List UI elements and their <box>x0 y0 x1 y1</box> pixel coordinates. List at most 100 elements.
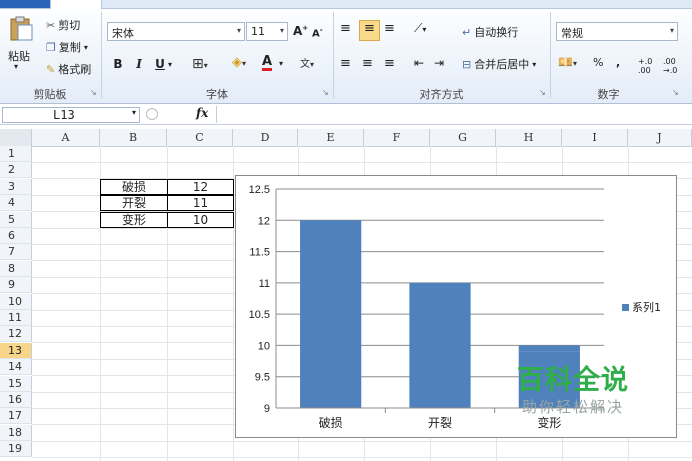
number-launcher-icon[interactable]: ↘ <box>672 88 679 97</box>
align-bottom-icon[interactable]: ≡ <box>384 21 395 36</box>
bar-below-10 <box>518 345 580 352</box>
row-header-10[interactable]: 10 <box>0 294 32 310</box>
column-header-H[interactable]: H <box>496 129 562 146</box>
font-color-dropdown-icon[interactable]: ▾ <box>279 59 283 68</box>
row-header-18[interactable]: 18 <box>0 425 32 441</box>
clipboard-launcher-icon[interactable]: ↘ <box>90 88 97 97</box>
y-tick-label: 12 <box>258 215 270 227</box>
y-tick-label: 9.5 <box>255 372 270 384</box>
font-launcher-icon[interactable]: ↘ <box>322 88 329 97</box>
row-header-2[interactable]: 2 <box>0 162 32 178</box>
insert-function-button[interactable]: fx <box>196 106 208 120</box>
paste-icon[interactable] <box>8 16 34 42</box>
wrap-text-button[interactable]: ↵ 自动换行 <box>462 24 518 40</box>
paste-button[interactable]: 粘贴 <box>8 48 30 64</box>
formula-input[interactable] <box>216 106 692 123</box>
row-header-5[interactable]: 5 <box>0 212 32 228</box>
alignment-group-label: 对齐方式 <box>419 88 464 101</box>
bold-button[interactable]: B <box>110 57 126 71</box>
column-header-A[interactable]: A <box>32 129 100 146</box>
paste-dropdown-icon[interactable]: ▾ <box>14 62 18 71</box>
select-all-corner[interactable] <box>0 129 32 146</box>
increase-indent-icon[interactable]: ⇥ <box>434 56 444 70</box>
watermark-subtitle: 助你轻松解决 <box>522 398 625 416</box>
increase-decimal-icon[interactable]: +.0.00 <box>638 57 652 75</box>
gridline <box>32 162 692 163</box>
row-header-1[interactable]: 1 <box>0 146 32 162</box>
brush-icon: ✎ <box>46 62 56 76</box>
number-group-label: 数字 <box>597 88 620 101</box>
font-group-label: 字体 <box>206 88 228 101</box>
column-header-D[interactable]: D <box>233 129 298 146</box>
currency-icon[interactable]: 💴▾ <box>558 55 577 69</box>
y-tick-label: 11.5 <box>249 247 270 259</box>
format-painter-button[interactable]: ✎ 格式刷 <box>46 61 91 77</box>
column-header-C[interactable]: C <box>167 129 233 146</box>
shrink-font-icon[interactable]: A- <box>312 26 323 39</box>
font-size-select[interactable]: 11 ▾ <box>246 22 288 41</box>
cut-button[interactable]: ✂ 剪切 <box>46 17 80 33</box>
bar <box>300 220 362 408</box>
row-header-9[interactable]: 9 <box>0 277 32 293</box>
column-header-B[interactable]: B <box>100 129 167 146</box>
merge-center-button[interactable]: ⊟ 合并后居中 ▾ <box>462 56 536 72</box>
row-header-13[interactable]: 13 <box>0 343 32 359</box>
decrease-decimal-icon[interactable]: .00 →.0 <box>663 57 677 75</box>
fill-color-icon[interactable]: ◈▾ <box>232 55 246 70</box>
row-header-4[interactable]: 4 <box>0 195 32 211</box>
borders-icon[interactable]: ⊞▾ <box>192 56 208 72</box>
formula-bar-handle-icon <box>146 108 158 120</box>
row-header-6[interactable]: 6 <box>0 228 32 244</box>
x-tick-label: 变形 <box>537 415 561 430</box>
name-box[interactable]: L13 <box>2 107 140 123</box>
table-cell-label[interactable]: 开裂 <box>100 195 168 211</box>
row-header-19[interactable]: 19 <box>0 441 32 457</box>
percent-button[interactable]: % <box>593 56 603 69</box>
row-header-14[interactable]: 14 <box>0 359 32 375</box>
tab-file[interactable] <box>0 0 50 8</box>
row-header-16[interactable]: 16 <box>0 392 32 408</box>
table-cell-label[interactable]: 变形 <box>100 212 168 228</box>
watermark-logo: 百科全说 助你轻松解决 <box>517 366 629 417</box>
row-header-17[interactable]: 17 <box>0 408 32 424</box>
comma-button[interactable]: , <box>616 56 620 69</box>
table-cell-value[interactable]: 10 <box>167 212 234 228</box>
align-right-icon[interactable]: ≡ <box>384 56 395 71</box>
italic-button[interactable]: I <box>131 57 147 71</box>
row-header-11[interactable]: 11 <box>0 310 32 326</box>
underline-button[interactable]: U <box>152 57 168 71</box>
tab-home[interactable] <box>50 0 102 9</box>
align-left-icon[interactable]: ≡ <box>340 56 351 71</box>
table-cell-value[interactable]: 12 <box>167 179 234 195</box>
font-name-select[interactable]: 宋体 ▾ <box>107 22 245 41</box>
column-header-E[interactable]: E <box>298 129 364 146</box>
table-cell-label[interactable]: 破损 <box>100 179 168 195</box>
row-header-8[interactable]: 8 <box>0 261 32 277</box>
x-tick-label: 开裂 <box>428 416 452 430</box>
row-header-3[interactable]: 3 <box>0 179 32 195</box>
column-header-J[interactable]: J <box>628 129 692 146</box>
orientation-icon[interactable]: ⟋▾ <box>414 21 426 36</box>
watermark-title: 百科全说 <box>517 365 629 396</box>
table-cell-value[interactable]: 11 <box>167 195 234 211</box>
row-header-12[interactable]: 12 <box>0 326 32 342</box>
underline-dropdown-icon[interactable]: ▾ <box>168 60 172 69</box>
align-top-icon[interactable]: ≡ <box>340 21 351 36</box>
font-color-icon[interactable]: A <box>262 55 273 71</box>
name-box-dropdown-icon[interactable]: ▾ <box>132 108 136 117</box>
decrease-indent-icon[interactable]: ⇤ <box>414 56 424 70</box>
merge-icon: ⊟ <box>462 57 472 71</box>
align-center-icon[interactable]: ≡ <box>362 56 373 71</box>
row-header-7[interactable]: 7 <box>0 244 32 260</box>
phonetic-icon[interactable]: 文▾ <box>300 55 314 70</box>
alignment-launcher-icon[interactable]: ↘ <box>539 88 546 97</box>
y-tick-label: 11 <box>259 278 270 290</box>
grow-font-icon[interactable]: A+ <box>293 24 308 38</box>
number-format-select[interactable]: 常规 ▾ <box>556 22 678 41</box>
align-middle-icon[interactable]: ≡ <box>359 20 380 41</box>
copy-button[interactable]: ❐ 复制 ▾ <box>46 39 88 55</box>
column-header-I[interactable]: I <box>562 129 628 146</box>
column-header-F[interactable]: F <box>364 129 430 146</box>
row-header-15[interactable]: 15 <box>0 376 32 392</box>
column-header-G[interactable]: G <box>430 129 496 146</box>
